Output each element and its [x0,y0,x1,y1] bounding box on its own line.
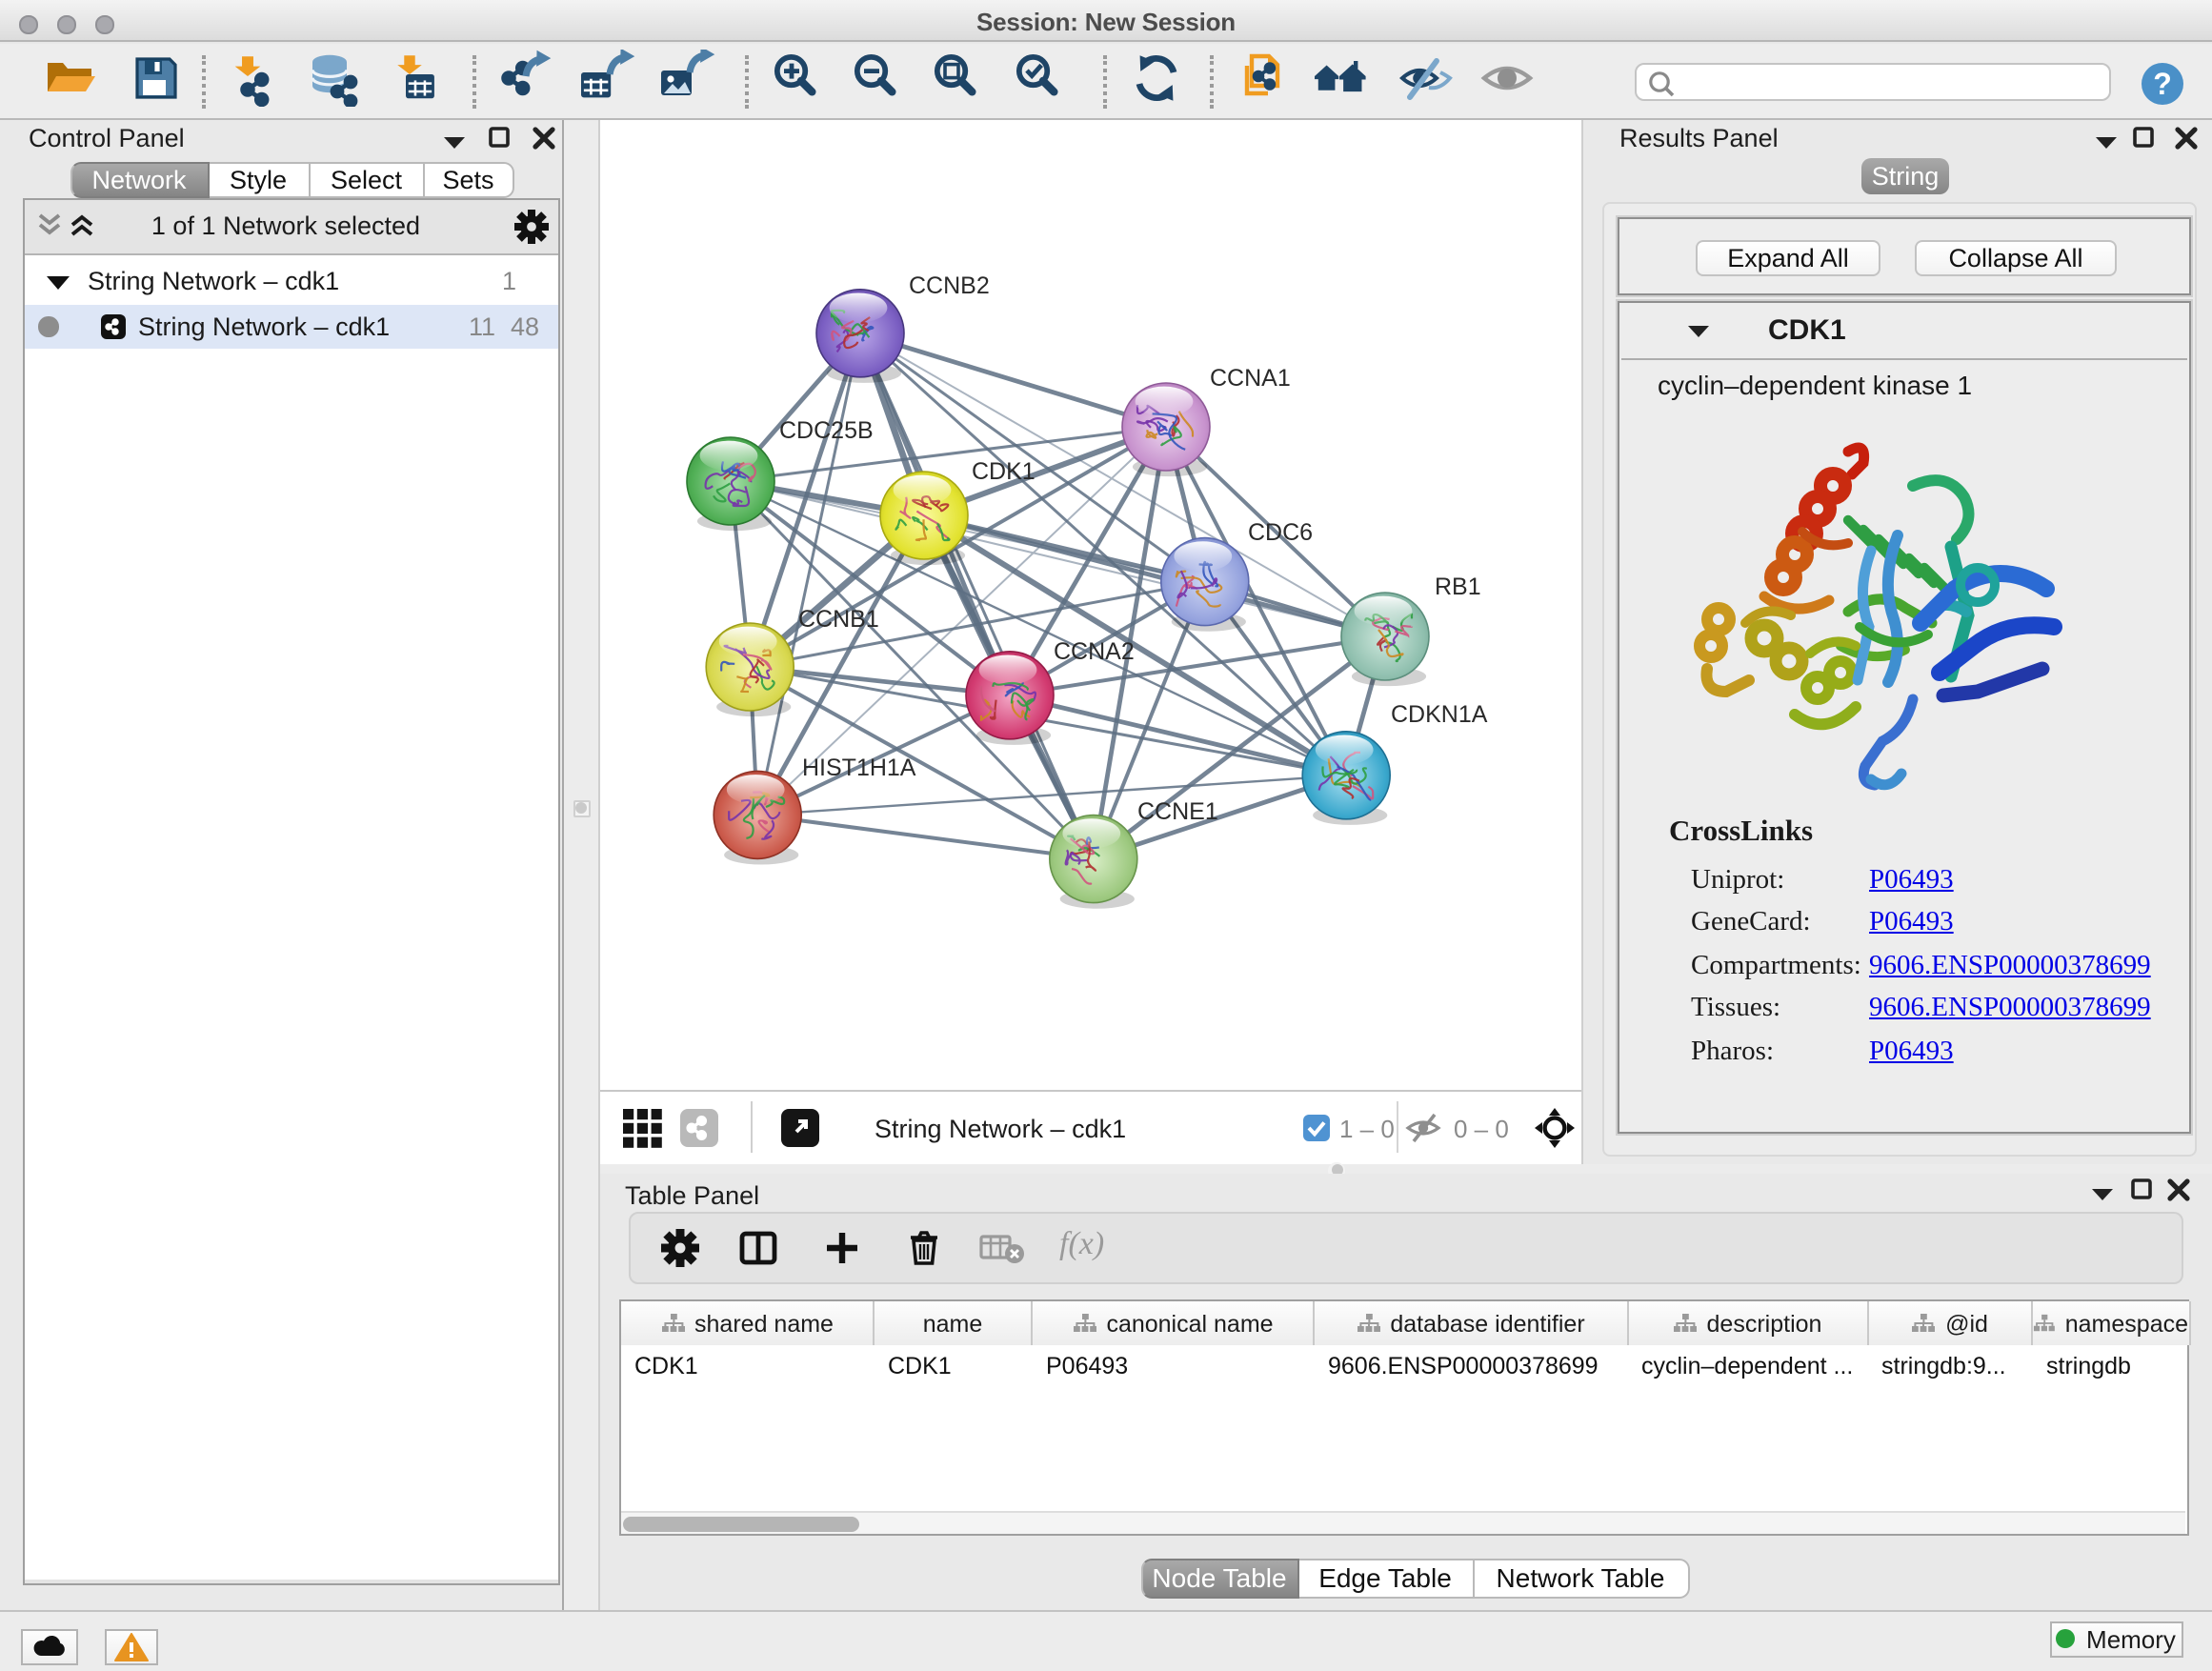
svg-text:CDC25B: CDC25B [779,416,874,443]
svg-text:HIST1H1A: HIST1H1A [802,754,916,780]
svg-text:CCNB2: CCNB2 [909,272,990,298]
svg-text:?: ? [2153,66,2172,100]
svg-text:CCNE1: CCNE1 [1137,797,1218,824]
svg-text:CDK1: CDK1 [972,457,1036,484]
svg-text:CCNA1: CCNA1 [1210,364,1291,391]
svg-text:CDC6: CDC6 [1248,518,1313,545]
svg-text:RB1: RB1 [1435,573,1481,599]
svg-text:CDKN1A: CDKN1A [1391,700,1488,727]
svg-text:CCNB1: CCNB1 [798,605,879,632]
svg-text:CCNA2: CCNA2 [1054,637,1135,664]
